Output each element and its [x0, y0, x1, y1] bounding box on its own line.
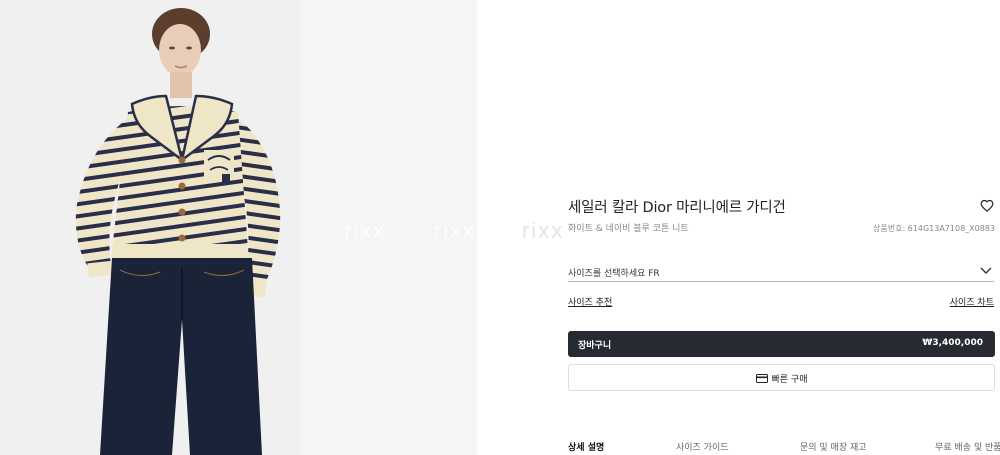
chevron-down-icon — [980, 267, 992, 274]
model-illustration — [0, 0, 477, 455]
product-sku: 상품번호: 614G13A7108_X0883 — [873, 224, 995, 233]
size-links: 사이즈 추천 사이즈 차트 — [568, 295, 994, 311]
product-title-row: 세일러 칼라 Dior 마리니에르 가디건 — [568, 196, 994, 218]
size-chart-link[interactable]: 사이즈 차트 — [950, 295, 994, 308]
quick-buy-button[interactable]: 빠른 구매 — [568, 364, 995, 391]
product-image — [0, 0, 477, 455]
add-to-cart-button[interactable]: 장바구니 ₩3,400,000 — [568, 331, 995, 357]
product-page: 세일러 칼라 Dior 마리니에르 가디건 화이트 & 네이비 블루 코튼 니트… — [0, 0, 1000, 455]
add-to-cart-label: 장바구니 — [578, 341, 612, 351]
credit-card-icon — [755, 374, 768, 383]
product-title: 세일러 칼라 Dior 마리니에르 가디건 — [568, 200, 786, 216]
tab-shipping-returns[interactable]: 무료 배송 및 반품 — [935, 440, 1000, 453]
size-select-dropdown[interactable]: 사이즈를 선택하세요 FR — [568, 262, 994, 282]
size-recommend-link[interactable]: 사이즈 추천 — [568, 295, 612, 308]
quick-buy-label: 빠른 구매 — [771, 375, 808, 385]
product-price: ₩3,400,000 — [922, 338, 983, 348]
tab-description[interactable]: 상세 설명 — [568, 440, 604, 453]
detail-tabs: 상세 설명 사이즈 가이드 문의 및 매장 재고 무료 배송 및 반품 — [568, 440, 1000, 455]
product-info-panel: 세일러 칼라 Dior 마리니에르 가디건 화이트 & 네이비 블루 코튼 니트… — [477, 0, 1000, 455]
size-select-label: 사이즈를 선택하세요 FR — [568, 269, 660, 279]
tab-size-guide[interactable]: 사이즈 가이드 — [676, 440, 729, 453]
heart-icon[interactable] — [980, 199, 994, 213]
product-subtitle: 화이트 & 네이비 블루 코튼 니트 — [568, 224, 689, 234]
tab-inquiry-stock[interactable]: 문의 및 매장 재고 — [800, 440, 867, 453]
